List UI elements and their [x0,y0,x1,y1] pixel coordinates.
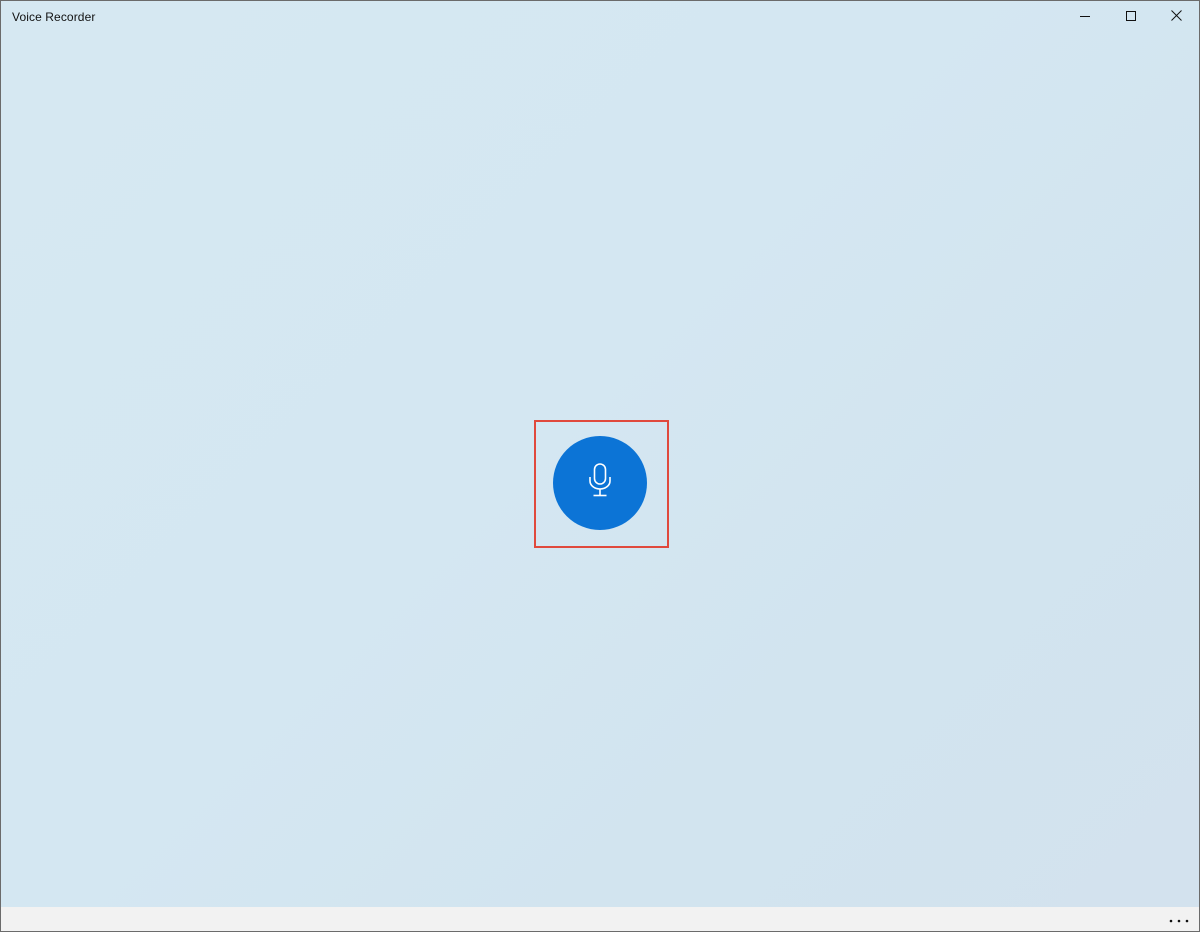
microphone-icon [587,462,613,504]
record-button[interactable] [553,436,647,530]
more-options-button[interactable] [1149,909,1189,929]
window-title: Voice Recorder [12,10,96,24]
maximize-icon [1126,8,1136,26]
bottom-app-bar [1,907,1199,931]
minimize-button[interactable] [1063,1,1107,33]
maximize-button[interactable] [1109,1,1153,33]
main-content [1,33,1199,908]
title-bar[interactable]: Voice Recorder [1,1,1199,33]
more-icon [1169,910,1189,928]
voice-recorder-window: Voice Recorder [0,0,1200,932]
close-button[interactable] [1154,1,1198,33]
close-icon [1170,8,1182,26]
minimize-icon [1080,8,1090,26]
